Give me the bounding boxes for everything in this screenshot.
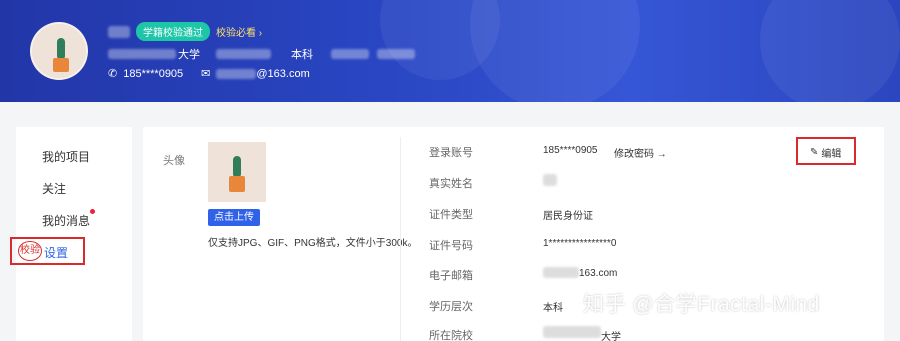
field-label-education: 学历层次 <box>429 301 473 313</box>
email-domain: @163.com <box>256 67 310 80</box>
field-value-email: 163.com <box>579 268 618 279</box>
blurred-name <box>108 25 130 38</box>
phone-number: 185****0905 <box>123 67 184 80</box>
verify-circle-tag: 校验 <box>18 241 42 261</box>
cactus-avatar-icon <box>32 24 86 78</box>
pencil-icon: ✎ <box>810 147 819 158</box>
contact-row: ✆ 185****0905 ✉ @163.com <box>108 67 310 81</box>
sidebar-item-projects[interactable]: 我的项目 <box>42 148 90 165</box>
phone-icon: ✆ <box>108 68 118 80</box>
sidebar-item-messages[interactable]: 我的消息 <box>42 212 90 229</box>
field-value-idtype: 居民身份证 <box>543 211 593 222</box>
verify-guide-link[interactable]: 校验必看 › <box>216 24 262 39</box>
field-label-account: 登录账号 <box>429 147 473 159</box>
sidebar-item-follow[interactable]: 关注 <box>42 180 66 197</box>
avatar-preview <box>208 142 266 202</box>
field-value-realname <box>543 174 557 186</box>
change-password-link[interactable]: 修改密码 → <box>614 145 667 160</box>
edit-button[interactable]: ✎ 编辑 <box>810 145 841 160</box>
school-name: 大学 <box>178 49 200 61</box>
field-value-school: 大学 <box>601 332 621 341</box>
name-row: 学籍校验通过 校验必看 › <box>108 22 262 41</box>
avatar-label: 头像 <box>163 155 185 167</box>
field-label-idtype: 证件类型 <box>429 209 473 221</box>
field-label-realname: 真实姓名 <box>429 178 473 190</box>
mail-icon: ✉ <box>201 68 211 80</box>
degree-text: 本科 <box>291 49 313 61</box>
avatar <box>30 22 88 80</box>
field-label-email: 电子邮箱 <box>429 270 473 282</box>
upload-hint: 仅支持JPG、GIF、PNG格式，文件小于300k。 <box>208 238 418 249</box>
sidebar-item-settings[interactable]: 设置 <box>44 244 68 261</box>
verified-badge: 学籍校验通过 <box>136 22 210 41</box>
unread-dot <box>90 209 95 214</box>
field-value-education: 本科 <box>543 303 563 314</box>
field-label-idnumber: 证件号码 <box>429 240 473 252</box>
school-row: 大学 本科 <box>108 46 415 62</box>
upload-button[interactable]: 点击上传 <box>208 209 260 226</box>
profile-banner: 学籍校验通过 校验必看 › 大学 本科 ✆ 185****0905 ✉ @163… <box>0 0 900 102</box>
field-value-idnumber: 1****************0 <box>543 238 617 249</box>
cactus-preview-icon <box>229 156 245 192</box>
field-value-account: 185****0905 <box>543 145 598 156</box>
field-label-school: 所在院校 <box>429 330 473 341</box>
column-divider <box>400 137 401 341</box>
watermark: 知乎 @合学Fractal-Mind <box>583 293 820 316</box>
